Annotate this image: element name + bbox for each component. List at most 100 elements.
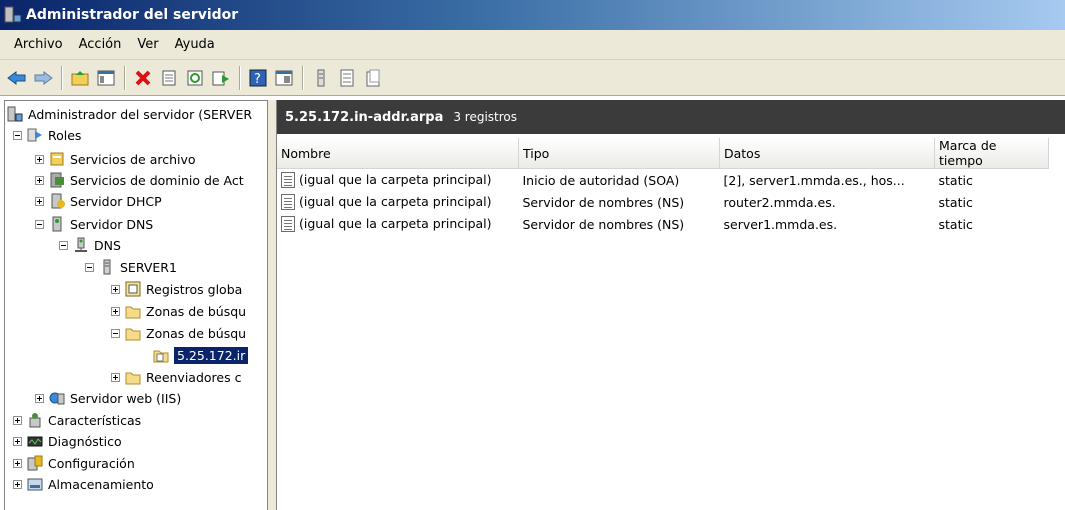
expand-icon[interactable] [13, 479, 22, 489]
toolbar: ? [0, 60, 1065, 96]
back-icon[interactable] [6, 67, 28, 89]
toolbar-separator [61, 65, 62, 90]
new-record-icon[interactable] [362, 67, 384, 89]
menu-archivo[interactable]: Archivo [6, 37, 71, 52]
folder-icon [125, 325, 141, 341]
record-type: Inicio de autoridad (SOA) [522, 172, 680, 188]
tree-item-label: Roles [48, 127, 82, 143]
collapse-icon[interactable] [59, 240, 68, 250]
expand-icon[interactable] [35, 154, 44, 164]
tree-item-reverse-zones[interactable]: Zonas de búsqu [111, 323, 246, 343]
dns-icon [73, 237, 89, 253]
event-log-icon [125, 281, 141, 297]
tree-item-configuration[interactable]: Configuración [13, 453, 135, 473]
tree-item-selected-zone[interactable]: 5.25.172.ir [153, 345, 249, 365]
folder-icon [125, 303, 141, 319]
pane-splitter[interactable] [268, 100, 276, 510]
tree-item-label: Servidor web (IIS) [70, 390, 182, 406]
tree-item-label: SERVER1 [120, 259, 177, 275]
menu-ver[interactable]: Ver [129, 37, 166, 52]
tree-item-file-services[interactable]: Servicios de archivo [35, 149, 196, 169]
storage-icon [27, 476, 43, 492]
tree-item-features[interactable]: Características [13, 410, 141, 430]
tree-item-dhcp[interactable]: Servidor DHCP [35, 191, 162, 211]
tree-item-server1[interactable]: SERVER1 [85, 257, 177, 277]
record-data: router2.mmda.es. [723, 194, 836, 210]
record-data: server1.mmda.es. [723, 216, 838, 232]
export-icon[interactable] [210, 67, 232, 89]
refresh-icon[interactable] [184, 67, 206, 89]
records-table: Nombre Tipo Datos Marca de tiempo (igual… [277, 138, 1049, 235]
table-row[interactable]: (igual que la carpeta principal) Servido… [277, 191, 1049, 213]
show-tree-icon[interactable] [95, 67, 117, 89]
record-icon [281, 216, 295, 233]
tree-item-label: Administrador del servidor (SERVER [28, 106, 253, 122]
tree-item-label: Características [48, 412, 142, 428]
tree-item-forwarders[interactable]: Reenviadores c [111, 367, 241, 387]
zone-icon [153, 347, 169, 363]
forward-icon[interactable] [32, 67, 54, 89]
tree-item-label: Zonas de búsqu [146, 325, 247, 341]
dns-server-icon [49, 216, 65, 232]
delete-icon[interactable] [132, 67, 154, 89]
column-header-nombre[interactable]: Nombre [277, 138, 519, 169]
file-services-icon [49, 151, 65, 167]
tree-item-server-manager[interactable]: Administrador del servidor (SERVER [7, 104, 252, 124]
tree-item-label: Zonas de búsqu [146, 303, 247, 319]
tree-item-label: Reenviadores c [146, 369, 242, 385]
tree-item-iis[interactable]: Servidor web (IIS) [35, 388, 181, 408]
record-icon [281, 194, 295, 211]
expand-icon[interactable] [111, 372, 120, 382]
help-icon[interactable]: ? [247, 67, 269, 89]
expand-icon[interactable] [13, 458, 22, 468]
tree-item-roles[interactable]: Roles [13, 125, 81, 145]
tree-item-dns-server[interactable]: Servidor DNS [35, 214, 153, 234]
table-row[interactable]: (igual que la carpeta principal) Inicio … [277, 169, 1049, 192]
collapse-icon[interactable] [13, 130, 22, 140]
expand-icon[interactable] [35, 196, 44, 206]
tree-item-forward-zones[interactable]: Zonas de búsqu [111, 301, 246, 321]
tree-item-label: Servidor DNS [70, 216, 154, 232]
up-folder-icon[interactable] [69, 67, 91, 89]
expand-icon[interactable] [111, 306, 120, 316]
server-manager-icon [7, 106, 23, 122]
window-title: Administrador del servidor [26, 7, 239, 23]
collapse-icon[interactable] [35, 219, 44, 229]
column-header-tipo[interactable]: Tipo [518, 138, 720, 169]
svg-text:?: ? [254, 72, 261, 87]
expand-icon[interactable] [111, 284, 120, 294]
column-header-timestamp[interactable]: Marca de tiempo [934, 138, 1049, 169]
record-timestamp: static [938, 216, 973, 232]
server-manager-icon [4, 6, 22, 24]
toolbar-separator [124, 65, 125, 90]
expand-icon[interactable] [35, 175, 44, 185]
tree-item-storage[interactable]: Almacenamiento [13, 474, 154, 494]
list-icon[interactable] [336, 67, 358, 89]
record-timestamp: static [938, 194, 973, 210]
expand-icon[interactable] [13, 415, 22, 425]
record-name-cell: (igual que la carpeta principal) [277, 191, 519, 213]
menu-ayuda[interactable]: Ayuda [167, 37, 223, 52]
console-icon[interactable] [273, 67, 295, 89]
expand-icon[interactable] [13, 436, 22, 446]
menu-accion[interactable]: Acción [71, 37, 130, 52]
tree-item-diagnostics[interactable]: Diagnóstico [13, 431, 122, 451]
tree-item-label: Servicios de dominio de Act [70, 172, 244, 188]
record-icon[interactable] [310, 67, 332, 89]
column-header-datos[interactable]: Datos [719, 138, 935, 169]
expand-icon[interactable] [35, 393, 44, 403]
properties-icon[interactable] [158, 67, 180, 89]
record-icon [281, 172, 295, 189]
collapse-icon[interactable] [111, 328, 120, 338]
tree-item-label: Diagnóstico [48, 433, 122, 449]
tree-item-dns[interactable]: DNS [59, 235, 121, 255]
record-name-cell: (igual que la carpeta principal) [277, 213, 519, 235]
diagnostics-icon [27, 433, 43, 449]
collapse-icon[interactable] [85, 262, 94, 272]
table-row[interactable]: (igual que la carpeta principal) Servido… [277, 213, 1049, 235]
tree-item-ad-services[interactable]: Servicios de dominio de Act [35, 170, 244, 190]
record-name: (igual que la carpeta principal) [299, 215, 492, 231]
details-header: 5.25.172.in-addr.arpa 3 registros [277, 100, 1065, 134]
menu-bar: Archivo Acción Ver Ayuda [0, 30, 1065, 60]
tree-item-global-logs[interactable]: Registros globa [111, 279, 242, 299]
